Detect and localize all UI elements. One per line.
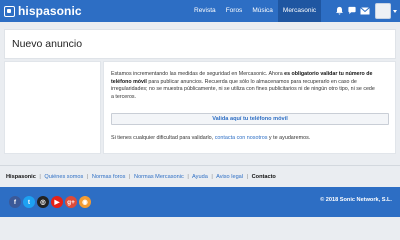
copyright: © 2018 Sonic Network, S.L. [320,197,392,203]
logo-text: hispasonic [18,4,82,18]
nav-foros[interactable]: Foros [221,0,248,22]
footer-link-ayuda[interactable]: Ayuda [192,174,208,180]
footer-link-normas-foros[interactable]: Normas foros [92,174,126,180]
left-panel [4,61,101,154]
youtube-icon[interactable]: ▶ [51,196,63,208]
page-header: Nuevo anuncio [4,29,396,59]
footer-link-aviso-legal[interactable]: Aviso legal [216,174,243,180]
twitter-icon[interactable]: t [23,196,35,208]
help-text: Si tienes cualquier dificultad para vali… [111,135,311,141]
main-panel: Estamos incrementando las medidas de seg… [103,61,396,154]
instagram-icon[interactable]: ◎ [37,196,49,208]
top-navbar: hispasonic Revista Foros Música Mercason… [0,0,400,22]
chevron-down-icon[interactable] [393,10,397,13]
nav-musica[interactable]: Música [247,0,278,22]
contact-link[interactable]: contacta con nosotros [215,135,268,141]
google-plus-icon[interactable]: g+ [65,196,77,208]
footer-links: Hispasonic | Quiénes somos | Normas foro… [6,174,276,180]
footer-brand: Hispasonic [6,174,36,180]
footer-link-contacto[interactable]: Contacto [252,174,276,180]
bottom-bar: f t ◎ ▶ g+ ◉ © 2018 Sonic Network, S.L. [0,187,400,217]
chat-icon[interactable] [347,6,357,15]
footer-link-quienes-somos[interactable]: Quiénes somos [44,174,83,180]
footer-link-normas-mercasonic[interactable]: Normas Mercasonic [134,174,184,180]
nav-revista[interactable]: Revista [189,0,221,22]
main-nav: Revista Foros Música Mercasonic [189,0,322,22]
logo-icon [4,5,15,17]
user-avatar[interactable] [375,3,391,19]
rss-icon[interactable]: ◉ [79,196,91,208]
page-title: Nuevo anuncio [12,38,83,50]
nav-mercasonic[interactable]: Mercasonic [277,0,322,22]
validate-phone-button[interactable]: Valida aquí tu teléfono móvil [111,113,389,125]
logo[interactable]: hispasonic [4,3,82,19]
mail-icon[interactable] [360,6,370,15]
bell-icon[interactable] [334,6,344,15]
facebook-icon[interactable]: f [9,196,21,208]
security-notice: Estamos incrementando las medidas de seg… [111,71,375,100]
